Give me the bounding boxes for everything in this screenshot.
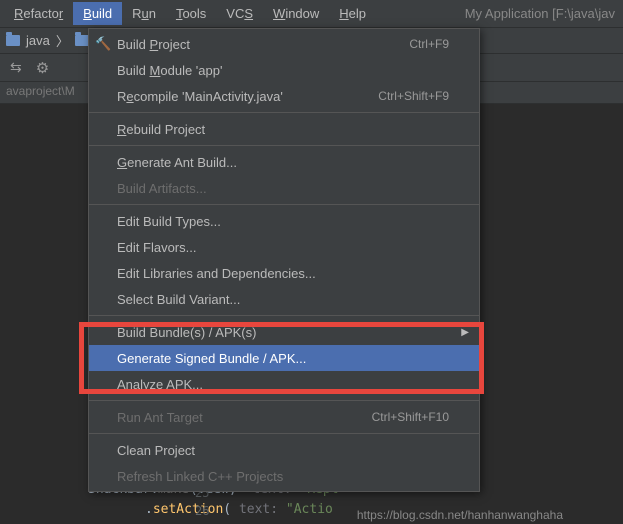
- menu-run[interactable]: Run: [122, 2, 166, 25]
- menu-refactor[interactable]: Refactor: [4, 2, 73, 25]
- menu-separator: [89, 145, 479, 146]
- code-text: (: [223, 502, 231, 517]
- menu-analyze-apk[interactable]: Analyze APK...: [89, 371, 479, 397]
- folder-icon: [75, 35, 89, 46]
- watermark: https://blog.csdn.net/hanhanwanghaha: [357, 508, 563, 522]
- menu-label: Build Module 'app': [117, 63, 222, 78]
- menu-label: Build Project: [117, 37, 190, 52]
- menu-generate-signed-bundle[interactable]: Generate Signed Bundle / APK...: [89, 345, 479, 371]
- menu-window[interactable]: Window: [263, 2, 329, 25]
- code-text: "Actio: [286, 502, 333, 517]
- menu-label: Refresh Linked C++ Projects: [117, 469, 283, 484]
- menu-edit-libraries[interactable]: Edit Libraries and Dependencies...: [89, 260, 479, 286]
- menubar: Refactor Build Run Tools VCS Window Help…: [0, 0, 623, 28]
- menu-help[interactable]: Help: [329, 2, 376, 25]
- menu-rebuild[interactable]: Rebuild Project: [89, 116, 479, 142]
- menu-label: Build Bundle(s) / APK(s): [117, 325, 256, 340]
- menu-label: Generate Ant Build...: [117, 155, 237, 170]
- menu-label: Edit Libraries and Dependencies...: [117, 266, 316, 281]
- menu-select-build-variant[interactable]: Select Build Variant...: [89, 286, 479, 312]
- chevron-right-icon: ▶: [461, 327, 469, 338]
- gear-icon[interactable]: ⚙: [36, 59, 49, 77]
- code-text: .: [145, 502, 153, 517]
- menu-tools[interactable]: Tools: [166, 2, 216, 25]
- menu-separator: [89, 433, 479, 434]
- menu-shortcut: Ctrl+Shift+F10: [372, 410, 449, 424]
- menu-label: Select Build Variant...: [117, 292, 240, 307]
- menu-label: Generate Signed Bundle / APK...: [117, 351, 306, 366]
- menu-build-artifacts: Build Artifacts...: [89, 175, 479, 201]
- menu-separator: [89, 400, 479, 401]
- menu-build-bundle-apk[interactable]: Build Bundle(s) / APK(s) ▶: [89, 319, 479, 345]
- menu-label: Analyze APK...: [117, 377, 203, 392]
- menu-refresh-cpp: Refresh Linked C++ Projects: [89, 463, 479, 489]
- menu-edit-flavors[interactable]: Edit Flavors...: [89, 234, 479, 260]
- menu-separator: [89, 112, 479, 113]
- menu-generate-ant[interactable]: Generate Ant Build...: [89, 149, 479, 175]
- menu-label: Build Artifacts...: [117, 181, 207, 196]
- breadcrumb-java[interactable]: java: [26, 33, 50, 48]
- folder-icon: [6, 35, 20, 46]
- menu-label: Clean Project: [117, 443, 195, 458]
- menu-label: Rebuild Project: [117, 122, 205, 137]
- menu-label: Recompile 'MainActivity.java': [117, 89, 283, 104]
- menu-recompile[interactable]: Recompile 'MainActivity.java' Ctrl+Shift…: [89, 83, 479, 109]
- menu-shortcut: Ctrl+F9: [409, 37, 449, 51]
- collapse-expand-icon[interactable]: ⇆: [10, 59, 22, 76]
- menu-clean-project[interactable]: Clean Project: [89, 437, 479, 463]
- window-title: My Application [F:\java\jav: [465, 6, 619, 21]
- hammer-icon: 🔨: [95, 36, 111, 52]
- menu-build-module[interactable]: Build Module 'app': [89, 57, 479, 83]
- menu-shortcut: Ctrl+Shift+F9: [378, 89, 449, 103]
- menu-run-ant-target: Run Ant Target Ctrl+Shift+F10: [89, 404, 479, 430]
- menu-label: Edit Flavors...: [117, 240, 196, 255]
- menu-build-project[interactable]: 🔨 Build Project Ctrl+F9: [89, 31, 479, 57]
- build-dropdown: 🔨 Build Project Ctrl+F9 Build Module 'ap…: [88, 28, 480, 492]
- menu-vcs[interactable]: VCS: [216, 2, 263, 25]
- code-text: text:: [239, 502, 278, 517]
- menu-separator: [89, 315, 479, 316]
- menu-separator: [89, 204, 479, 205]
- menu-label: Edit Build Types...: [117, 214, 221, 229]
- line-number: 26: [195, 502, 209, 520]
- menu-build[interactable]: Build: [73, 2, 122, 25]
- code-text: setAction: [153, 502, 223, 517]
- menu-edit-build-types[interactable]: Edit Build Types...: [89, 208, 479, 234]
- breadcrumb-separator: 〉: [56, 31, 69, 50]
- menu-label: Run Ant Target: [117, 410, 203, 425]
